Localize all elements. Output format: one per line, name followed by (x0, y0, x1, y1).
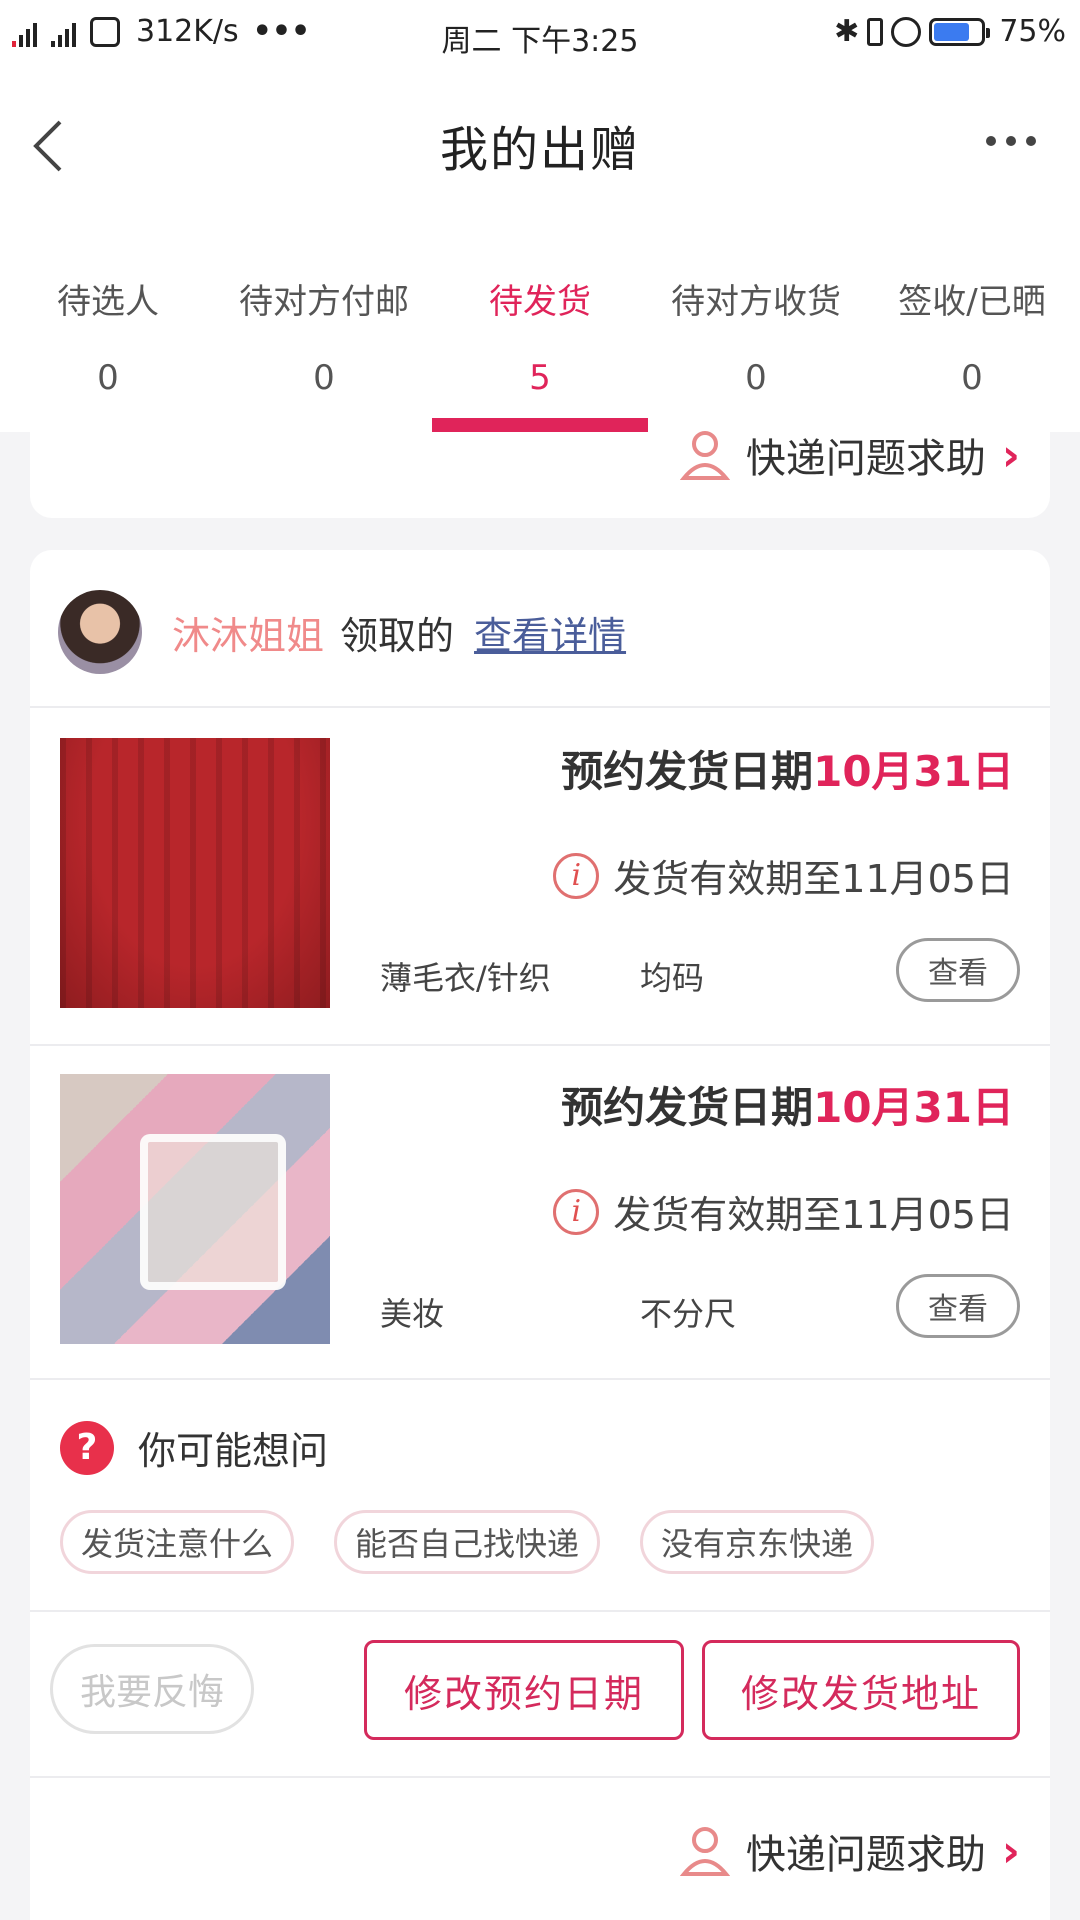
item-thumbnail[interactable] (60, 1074, 330, 1344)
tab-pending-shipment[interactable]: 待发货 5 (432, 222, 648, 432)
shipping-help-link[interactable]: 快递问题求助 › (679, 426, 1020, 484)
alarm-icon (891, 16, 922, 47)
ship-date: 预约发货日期10月31日 (561, 738, 1014, 799)
question-icon: ? (60, 1420, 114, 1475)
bluetooth-icon: ✱ (834, 14, 860, 49)
ship-date-label: 预约发货日期 (561, 1083, 814, 1132)
view-details-link[interactable]: 查看详情 (474, 605, 626, 660)
regret-button[interactable]: 我要反悔 (50, 1644, 254, 1734)
more-options-icon[interactable] (986, 136, 1036, 146)
status-bar-right: ✱ 75% (834, 14, 1066, 49)
ship-date-label: 预约发货日期 (561, 747, 814, 796)
validity-row: i 发货有效期至11月05日 (553, 1184, 1014, 1239)
faq-title: 你可能想问 (138, 1429, 329, 1473)
item-category: 薄毛衣/针织 (380, 959, 551, 997)
ship-date: 预约发货日期10月31日 (561, 1074, 1014, 1135)
item-category: 美妆 (380, 1295, 445, 1333)
validity-text: 发货有效期至11月05日 (613, 1193, 1014, 1237)
help-label: 快递问题求助 (745, 1832, 986, 1878)
tab-received[interactable]: 签收/已晒 0 (864, 222, 1080, 432)
faq-chips: 发货注意什么 能否自己找快递 没有京东快递 (60, 1510, 875, 1574)
action-bar: 我要反悔 修改预约日期 修改发货地址 (30, 1612, 1050, 1742)
avatar[interactable] (58, 590, 142, 674)
person-icon (679, 431, 730, 480)
tab-pending-postage[interactable]: 待对方付邮 0 (216, 222, 432, 432)
tab-label: 签收/已晒 (898, 282, 1046, 322)
status-bar: 312K/s ••• 周二 下午3:25 ✱ 75% (0, 0, 1080, 72)
page-title: 我的出赠 (439, 122, 640, 178)
modify-address-button[interactable]: 修改发货地址 (702, 1640, 1020, 1740)
validity-row: i 发货有效期至11月05日 (553, 848, 1014, 903)
view-button[interactable]: 查看 (896, 1274, 1020, 1338)
battery-icon (929, 17, 991, 46)
ship-date-value: 10月31日 (813, 1083, 1014, 1132)
recipient-suffix: 领取的 (340, 613, 455, 658)
help-label: 快递问题求助 (745, 436, 986, 482)
faq-header: ? 你可能想问 (60, 1420, 328, 1475)
status-tabs: 待选人 0 待对方付邮 0 待发货 5 待对方收货 0 签收/已晒 0 (0, 222, 1080, 432)
recipient-name[interactable]: 沐沐姐姐 (172, 605, 324, 660)
divider (30, 1776, 1050, 1778)
faq-chip[interactable]: 发货注意什么 (60, 1510, 295, 1574)
tab-label: 待发货 (489, 282, 591, 322)
info-icon: i (553, 1188, 600, 1235)
view-button[interactable]: 查看 (896, 938, 1020, 1002)
phone-battery-icon (867, 17, 884, 46)
shipping-help-link[interactable]: 快递问题求助 › (679, 1822, 1020, 1880)
recipient-row: 沐沐姐姐 领取的 查看详情 (58, 590, 626, 674)
chevron-right-icon: › (1001, 1825, 1020, 1877)
tab-count: 0 (97, 358, 119, 398)
chevron-right-icon: › (1001, 429, 1020, 481)
validity-text: 发货有效期至11月05日 (613, 857, 1014, 901)
item-thumbnail[interactable] (60, 738, 330, 1008)
order-card: 沐沐姐姐 领取的 查看详情 预约发货日期10月31日 i 发货有效期至11月05… (30, 550, 1050, 1920)
tab-label: 待对方付邮 (239, 282, 409, 322)
tab-pending-select[interactable]: 待选人 0 (0, 222, 216, 432)
list-item[interactable]: 预约发货日期10月31日 i 发货有效期至11月05日 美妆 不分尺 查看 (30, 1044, 1050, 1344)
item-size: 不分尺 (640, 1295, 737, 1333)
tab-count: 0 (745, 358, 767, 398)
person-icon (679, 1827, 730, 1876)
battery-percent: 75% (999, 14, 1066, 49)
list-item[interactable]: 预约发货日期10月31日 i 发货有效期至11月05日 薄毛衣/针织 均码 查看 (30, 708, 1050, 1008)
faq-chip[interactable]: 没有京东快递 (640, 1510, 875, 1574)
item-size: 均码 (640, 959, 705, 997)
tab-label: 待对方收货 (671, 282, 841, 322)
ship-date-value: 10月31日 (813, 747, 1014, 796)
tab-pending-receipt[interactable]: 待对方收货 0 (648, 222, 864, 432)
info-icon: i (553, 852, 600, 899)
tab-count: 5 (529, 358, 551, 398)
tab-label: 待选人 (57, 282, 159, 322)
header: 我的出赠 (0, 72, 1080, 222)
divider (30, 1378, 1050, 1380)
faq-chip[interactable]: 能否自己找快递 (334, 1510, 601, 1574)
tab-count: 0 (961, 358, 983, 398)
tab-count: 0 (313, 358, 335, 398)
modify-date-button[interactable]: 修改预约日期 (364, 1640, 684, 1740)
previous-order-card: 快递问题求助 › (30, 430, 1050, 518)
